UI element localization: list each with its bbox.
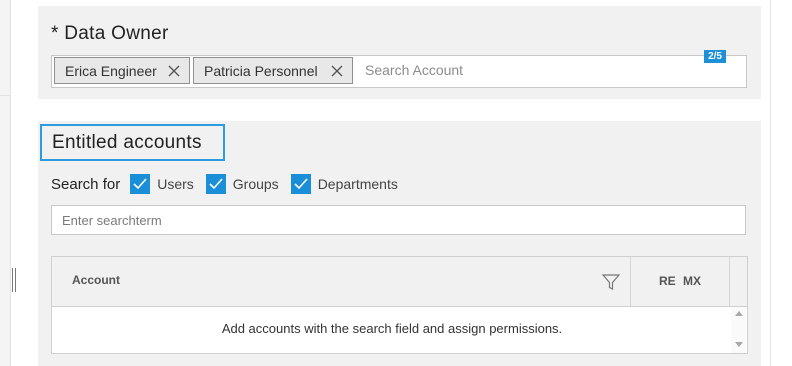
accounts-table-header: Account RE MX [52,257,747,307]
data-owner-picker[interactable]: Erica Engineer Patricia Personnel 2/5 [51,50,747,88]
checkmark-icon [133,178,147,190]
account-search-input[interactable] [365,62,585,78]
accounts-table: Account RE MX Add accounts with the sear… [51,256,748,354]
filter-funnel-icon[interactable] [601,273,621,291]
owner-chip-label: Patricia Personnel [204,62,318,79]
search-for-label: Search for [51,175,121,193]
searchterm-field[interactable] [51,205,746,235]
left-side-rail [0,0,11,366]
column-divider [630,257,631,306]
right-side-rail [770,0,792,366]
checkmark-icon [209,178,223,190]
close-icon[interactable] [322,57,352,84]
checkmark-icon [294,178,308,190]
entitled-accounts-section: Entitled accounts Search for Users Group… [38,121,761,366]
search-for-row: Search for Users Groups Departments [51,173,410,195]
entitled-accounts-title: Entitled accounts [40,124,225,161]
departments-checkbox[interactable] [290,174,311,194]
departments-checkbox-label[interactable]: Departments [318,176,398,192]
owner-chip-label: Erica Engineer [65,62,157,79]
table-scrollbar[interactable] [731,307,747,353]
owner-chip-patricia: Patricia Personnel [193,57,353,84]
groups-checkbox-label[interactable]: Groups [233,176,279,192]
owner-count-badge: 2/5 [704,50,726,63]
users-checkbox-label[interactable]: Users [157,176,194,192]
groups-checkbox[interactable] [205,174,226,194]
scroll-down-arrow-icon[interactable] [735,342,743,347]
data-owner-title: * Data Owner [51,23,169,44]
column-header-re[interactable]: RE [659,274,676,288]
owner-chip-erica: Erica Engineer [54,57,190,84]
close-icon[interactable] [159,57,189,84]
data-owner-section: * Data Owner Erica Engineer Patricia Per… [38,6,761,99]
users-checkbox[interactable] [130,174,151,194]
searchterm-input[interactable] [62,213,462,228]
empty-table-message: Add accounts with the search field and a… [221,321,563,336]
column-header-account[interactable]: Account [72,273,120,287]
column-header-mx[interactable]: MX [683,274,701,288]
column-divider [729,257,730,306]
panel-resize-handle[interactable] [12,268,17,292]
scroll-up-arrow-icon[interactable] [735,311,743,316]
